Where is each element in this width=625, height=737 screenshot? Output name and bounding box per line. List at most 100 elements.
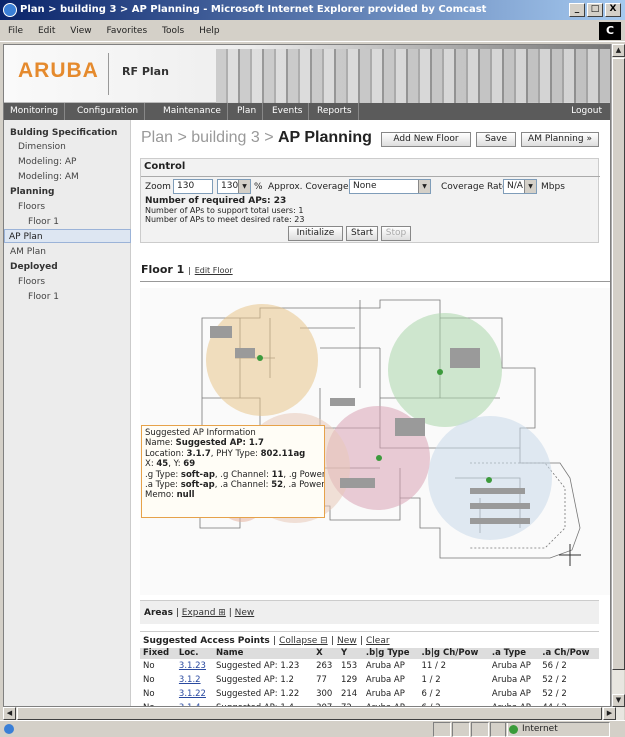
column-header-y[interactable]: Y [337, 648, 363, 659]
sidebar-item-modeling-ap[interactable]: Modeling: AP [4, 155, 131, 169]
tab-events[interactable]: Events [266, 103, 310, 120]
start-button[interactable]: Start [346, 226, 378, 241]
initialize-button[interactable]: Initialize [288, 226, 343, 241]
am-planning-button[interactable]: AM Planning » [521, 132, 599, 147]
minimize-button[interactable]: _ [569, 3, 585, 17]
sidebar-item-deployed-floors[interactable]: Floors [4, 275, 131, 289]
tooltip-memo-line: Memo: null [145, 490, 195, 501]
sidebar-item-deployed-floor-1[interactable]: Floor 1 [4, 290, 131, 304]
new-ap-link[interactable]: New [337, 636, 357, 646]
maximize-button[interactable]: □ [587, 3, 603, 17]
scroll-down-icon[interactable]: ▼ [612, 694, 625, 707]
clear-link[interactable]: Clear [366, 636, 390, 646]
ap-coverage-circle [388, 313, 502, 427]
close-button[interactable]: X [605, 3, 621, 17]
save-button[interactable]: Save [476, 132, 516, 147]
areas-expand-link[interactable]: Expand ⊞ [182, 608, 226, 618]
sidebar-heading-building-specification: Bulding Specification [10, 128, 118, 138]
browser-window: Plan > building 3 > AP Planning - Micros… [0, 0, 625, 737]
coverage-rate-select[interactable]: N/A ▼ [503, 179, 537, 194]
menu-view[interactable]: View [70, 26, 91, 36]
status-cell [452, 722, 470, 737]
horizontal-scroll-thumb[interactable] [17, 707, 602, 720]
zone-label: Internet [522, 724, 558, 734]
column-header-fixed[interactable]: Fixed [140, 648, 176, 659]
tab-maintenance[interactable]: Maintenance [157, 103, 228, 120]
zoom-input[interactable]: 130 [173, 179, 213, 194]
collapse-link[interactable]: Collapse ⊟ [279, 636, 328, 646]
menu-favorites[interactable]: Favorites [106, 26, 147, 36]
menu-file[interactable]: File [8, 26, 23, 36]
cell-x: 263 [316, 661, 333, 671]
cell-fixed: No [143, 675, 155, 685]
status-bar: Internet [0, 720, 625, 737]
suggested-aps-table: Fixed Loc. Name X Y .b|g Type .b|g Ch/Po… [140, 648, 599, 706]
main-content: Plan > building 3 > AP Planning Add New … [131, 120, 610, 706]
sidebar: Bulding Specification Dimension Modeling… [4, 120, 131, 706]
add-new-floor-button[interactable]: Add New Floor [381, 132, 471, 147]
table-row[interactable]: No 3.1.23 Suggested AP: 1.23 263 153 Aruba AP… [140, 659, 599, 673]
table-row[interactable]: No 3.1.2 Suggested AP: 1.2 77 129 Aruba AP 1 /… [140, 673, 599, 687]
floor-title: Floor 1 [141, 263, 185, 276]
column-header-loc[interactable]: Loc. [175, 648, 213, 659]
logout-link[interactable]: Logout [571, 103, 602, 120]
coverage-select[interactable]: None ▼ [349, 179, 431, 194]
suggested-aps-separator: | [359, 636, 363, 646]
zoom-select[interactable]: 130 ▼ [217, 179, 251, 194]
column-header-a-ch-pow[interactable]: .a Ch/Pow [539, 648, 599, 659]
cell-loc[interactable]: 3.1.2 [176, 673, 213, 687]
window-titlebar: Plan > building 3 > AP Planning - Micros… [0, 0, 625, 20]
menu-bar: File Edit View Favorites Tools Help C [0, 20, 625, 42]
sidebar-item-am-plan[interactable]: AM Plan [4, 245, 131, 259]
page-title: Plan > building 3 > AP Planning [141, 129, 372, 147]
status-cell [471, 722, 489, 737]
sidebar-item-floor-1[interactable]: Floor 1 [4, 215, 131, 229]
scroll-right-icon[interactable]: ▶ [603, 707, 616, 720]
vertical-scroll-thumb[interactable] [612, 58, 625, 670]
cell-loc[interactable]: 3.1.23 [176, 659, 213, 673]
cell-a-type: Aruba AP [491, 675, 531, 685]
suggested-aps-separator: | [272, 636, 276, 646]
table-row[interactable]: No 3.1.22 Suggested AP: 1.22 300 214 Aruba AP… [140, 687, 599, 701]
sidebar-item-floors[interactable]: Floors [4, 200, 131, 214]
stop-button[interactable]: Stop [381, 226, 411, 241]
scroll-left-icon[interactable]: ◀ [3, 707, 16, 720]
areas-title: Areas [144, 608, 173, 618]
window-title: Plan > building 3 > AP Planning - Micros… [20, 4, 487, 15]
menu-help[interactable]: Help [199, 26, 220, 36]
edit-floor-link[interactable]: Edit Floor [195, 266, 233, 275]
areas-separator: | [228, 608, 232, 618]
header-divider [108, 53, 109, 95]
tab-configuration[interactable]: Configuration [71, 103, 146, 120]
control-divider [141, 176, 600, 177]
menu-edit[interactable]: Edit [38, 26, 55, 36]
column-header-name[interactable]: Name [212, 648, 314, 659]
chevron-down-icon: ▼ [524, 180, 536, 193]
cell-bg-ch-pow: 11 / 2 [421, 661, 447, 671]
scroll-up-icon[interactable]: ▲ [612, 44, 625, 57]
isp-logo-icon: C [599, 22, 621, 40]
tooltip-g-line: .g Type: soft-ap, .g Channel: 11, .g Pow… [145, 469, 325, 480]
column-header-a-type[interactable]: .a Type [488, 648, 540, 659]
sidebar-item-dimension[interactable]: Dimension [4, 140, 131, 154]
sidebar-item-ap-plan[interactable]: AP Plan [4, 229, 131, 243]
areas-new-link[interactable]: New [235, 608, 255, 618]
suggested-aps-separator: | [330, 636, 334, 646]
cell-loc[interactable]: 3.1.22 [176, 687, 213, 701]
menu-tools[interactable]: Tools [162, 26, 184, 36]
tooltip-a-line: .a Type: soft-ap, .a Channel: 52, .a Pow… [145, 480, 325, 491]
vertical-scrollbar[interactable]: ▲ ▼ [611, 44, 625, 707]
horizontal-scrollbar[interactable]: ◀ ▶ [3, 707, 624, 720]
column-header-bg-type[interactable]: .b|g Type [362, 648, 419, 659]
control-panel: Control Zoom 130 130 ▼ % Approx. Coverag… [140, 158, 600, 243]
sidebar-item-modeling-am[interactable]: Modeling: AM [4, 170, 131, 184]
tab-plan[interactable]: Plan [231, 103, 264, 120]
page-icon [4, 724, 14, 734]
column-header-bg-ch-pow[interactable]: .b|g Ch/Pow [418, 648, 489, 659]
tab-reports[interactable]: Reports [311, 103, 359, 120]
tab-monitoring[interactable]: Monitoring [4, 103, 66, 120]
rate-unit: Mbps [541, 182, 565, 192]
column-header-x[interactable]: X [313, 648, 338, 659]
areas-separator: | [175, 608, 179, 618]
cell-a-type: Aruba AP [491, 661, 531, 671]
